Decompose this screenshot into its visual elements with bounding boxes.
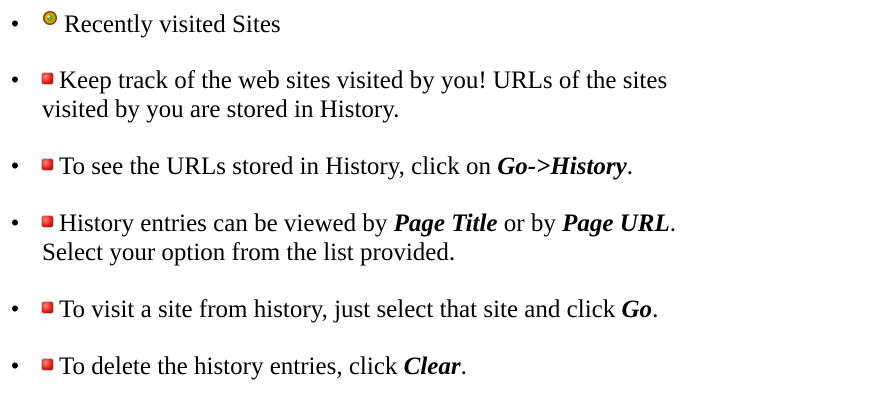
help-page: • Recently visited Sites • Keep track of… [0, 0, 882, 413]
list-item-text: Keep track of the web sites visited by y… [42, 66, 862, 124]
text-segment: . [652, 296, 659, 323]
bullet-marker: • [10, 67, 20, 94]
red-square-icon [42, 216, 53, 227]
list-item-text: To see the URLs stored in History, click… [42, 152, 862, 181]
list-item-text: History entries can be viewed by Page Ti… [42, 209, 862, 267]
bullet-marker: • [10, 11, 20, 38]
list-item-line-1: Keep track of the web sites visited by y… [42, 66, 862, 95]
bullet-marker: • [10, 153, 20, 180]
globe-icon [42, 4, 58, 25]
red-square-icon [42, 302, 53, 313]
list-item-text: To delete the history entries, click Cle… [42, 352, 862, 381]
text-segment: . [669, 210, 676, 237]
text-segment: To delete the history entries, click [59, 353, 404, 380]
list-item-text: Recently visited Sites [42, 10, 862, 39]
text-segment: To see the URLs stored in History, click… [59, 153, 498, 180]
text-segment: History entries can be viewed by [59, 210, 394, 237]
button-name-go: Go [621, 296, 653, 323]
option-page-title: Page Title [393, 210, 498, 237]
text-segment: To visit a site from history, just selec… [59, 296, 622, 323]
text-segment: . [460, 353, 467, 380]
option-page-url: Page URL [562, 210, 670, 237]
red-square-icon [42, 359, 53, 370]
list-item-line-2: visited by you are stored in History. [42, 96, 400, 123]
heading-recently-visited: Recently visited Sites [64, 11, 281, 38]
red-square-icon [42, 73, 53, 84]
bullet-marker: • [10, 296, 20, 323]
text-segment: . [626, 153, 634, 180]
list-item-line-2: Select your option from the list provide… [42, 239, 456, 266]
list-item-line-1: History entries can be viewed by Page Ti… [42, 209, 862, 238]
bullet-marker: • [10, 210, 20, 237]
list-item-text: To visit a site from history, just selec… [42, 295, 862, 324]
text-segment: Keep track of the web sites visited by y… [59, 67, 668, 94]
menu-path-go-history: Go->History [497, 153, 627, 180]
text-segment: or by [497, 210, 563, 237]
red-square-icon [42, 159, 53, 170]
bullet-marker: • [10, 353, 20, 380]
button-name-clear: Clear [403, 353, 461, 380]
